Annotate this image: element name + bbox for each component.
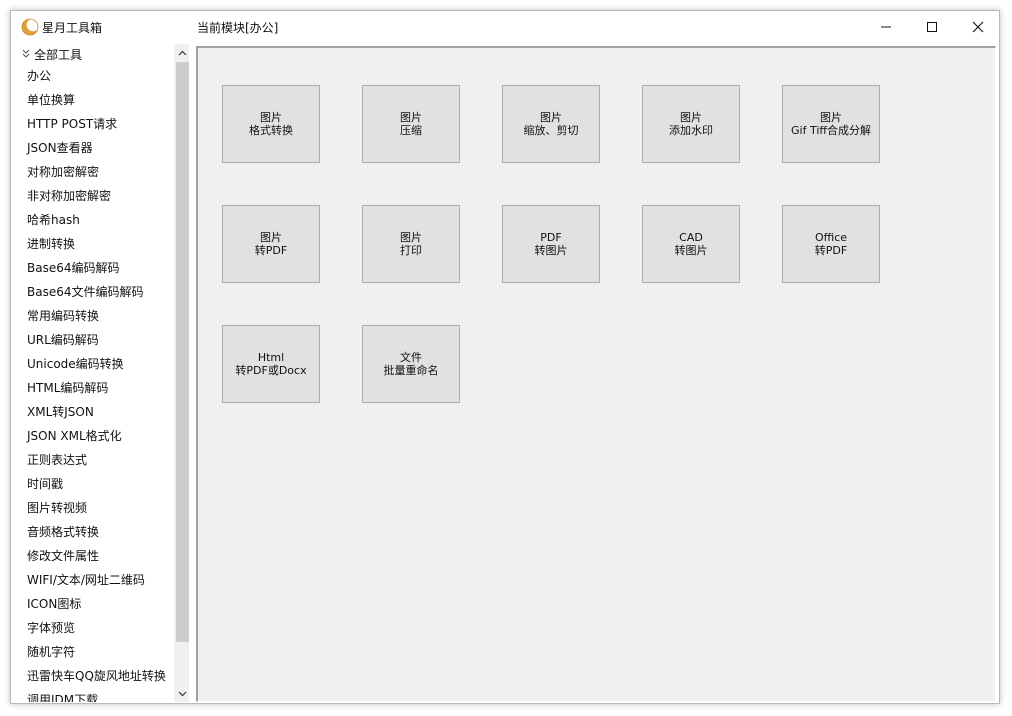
tree-item[interactable]: WIFI/文本/网址二维码 (27, 568, 166, 592)
close-icon (972, 21, 984, 33)
tree-item[interactable]: URL编码解码 (27, 328, 166, 352)
current-module-title: 当前模块[办公] (197, 21, 279, 35)
tree-item[interactable]: 办公 (27, 64, 166, 88)
tile-line2: 转PDF或Docx (235, 364, 307, 377)
tile-line2: 批量重命名 (383, 364, 439, 377)
tree-item[interactable]: 调用IDM下载 (27, 688, 166, 702)
minimize-button[interactable] (863, 11, 909, 43)
tree-item[interactable]: HTTP POST请求 (27, 112, 166, 136)
tile-line2: 添加水印 (669, 124, 713, 137)
tile-image-to-pdf[interactable]: 图片 转PDF (222, 205, 320, 283)
tree-item[interactable]: 常用编码转换 (27, 304, 166, 328)
tile-line1: Office (814, 231, 848, 244)
tree-item[interactable]: XML转JSON (27, 400, 166, 424)
tile-office-to-pdf[interactable]: Office 转PDF (782, 205, 880, 283)
tile-image-resize-crop[interactable]: 图片 缩放、剪切 (502, 85, 600, 163)
tile-cad-to-image[interactable]: CAD 转图片 (642, 205, 740, 283)
sidebar-scrollbar[interactable] (174, 44, 189, 702)
tree-item[interactable]: Base64文件编码解码 (27, 280, 166, 304)
tree-item[interactable]: Base64编码解码 (27, 256, 166, 280)
title-bar[interactable]: 星月工具箱 当前模块[办公] (11, 11, 999, 43)
tile-line2: 格式转换 (249, 124, 293, 137)
tool-list: 办公 单位换算 HTTP POST请求 JSON查看器 对称加密解密 非对称加密… (27, 64, 166, 702)
tile-line2: 转PDF (814, 244, 848, 257)
scroll-up-button[interactable] (174, 44, 189, 61)
minimize-icon (881, 26, 891, 28)
tile-line2: 缩放、剪切 (523, 124, 579, 137)
tile-line1: 图片 (260, 231, 282, 244)
tile-line1: 图片 (400, 231, 422, 244)
tile-line1: 图片 (260, 111, 282, 124)
tree-item[interactable]: JSON XML格式化 (27, 424, 166, 448)
tile-line1: 图片 (680, 111, 702, 124)
tile-line1: CAD (679, 231, 703, 244)
tile-line1: 图片 (400, 111, 422, 124)
tile-image-watermark[interactable]: 图片 添加水印 (642, 85, 740, 163)
tile-line1: 图片 (820, 111, 842, 124)
tree-item[interactable]: 字体预览 (27, 616, 166, 640)
tile-image-print[interactable]: 图片 打印 (362, 205, 460, 283)
tile-pdf-to-image[interactable]: PDF 转图片 (502, 205, 600, 283)
chevron-down-icon (178, 691, 187, 696)
tree-item[interactable]: 进制转换 (27, 232, 166, 256)
scroll-thumb[interactable] (176, 62, 189, 642)
tree-item[interactable]: 时间戳 (27, 472, 166, 496)
tile-line2: 转PDF (254, 244, 288, 257)
tile-line1: 图片 (540, 111, 562, 124)
tree-item[interactable]: 单位换算 (27, 88, 166, 112)
tile-line2: 压缩 (400, 124, 422, 137)
tree-item[interactable]: 修改文件属性 (27, 544, 166, 568)
tile-line1: PDF (540, 231, 562, 244)
app-title: 星月工具箱 (42, 21, 103, 35)
tile-line1: Html (257, 351, 285, 364)
app-window: 星月工具箱 当前模块[办公] 全部工具 办公 单位换算 HTTP POST请求 … (10, 10, 1000, 704)
tree-item[interactable]: 正则表达式 (27, 448, 166, 472)
tree-item[interactable]: 哈希hash (27, 208, 166, 232)
maximize-button[interactable] (909, 11, 955, 43)
moon-logo-icon (21, 18, 39, 36)
scroll-down-button[interactable] (174, 685, 189, 702)
tile-html-to-pdf-docx[interactable]: Html 转PDF或Docx (222, 325, 320, 403)
tile-line2: 转图片 (674, 244, 708, 257)
tree-item[interactable]: ICON图标 (27, 592, 166, 616)
tile-line2: Gif Tiff合成分解 (791, 124, 871, 137)
maximize-icon (927, 22, 937, 32)
tree-item[interactable]: 随机字符 (27, 640, 166, 664)
tree-item[interactable]: 对称加密解密 (27, 160, 166, 184)
tree-item[interactable]: 音频格式转换 (27, 520, 166, 544)
tile-line2: 转图片 (534, 244, 568, 257)
tile-gif-tiff-merge-split[interactable]: 图片 Gif Tiff合成分解 (782, 85, 880, 163)
module-panel: 图片 格式转换 图片 压缩 图片 缩放、剪切 图片 添加水印 图片 Gif Ti… (196, 46, 996, 702)
tree-item[interactable]: 迅雷快车QQ旋风地址转换 (27, 664, 166, 688)
tree-item[interactable]: Unicode编码转换 (27, 352, 166, 376)
tile-image-format-convert[interactable]: 图片 格式转换 (222, 85, 320, 163)
tool-tree[interactable]: 全部工具 办公 单位换算 HTTP POST请求 JSON查看器 对称加密解密 … (14, 44, 189, 702)
tree-item[interactable]: 图片转视频 (27, 496, 166, 520)
tile-line1: 文件 (400, 351, 422, 364)
tile-batch-rename[interactable]: 文件 批量重命名 (362, 325, 460, 403)
tree-item[interactable]: JSON查看器 (27, 136, 166, 160)
close-button[interactable] (955, 11, 999, 43)
chevron-up-icon (178, 50, 187, 55)
tree-item[interactable]: HTML编码解码 (27, 376, 166, 400)
tree-root-all-tools[interactable]: 全部工具 (20, 45, 82, 63)
tree-item[interactable]: 非对称加密解密 (27, 184, 166, 208)
tile-line2: 打印 (400, 244, 422, 257)
tree-root-label: 全部工具 (34, 47, 83, 62)
tile-image-compress[interactable]: 图片 压缩 (362, 85, 460, 163)
chevron-double-down-icon[interactable] (20, 48, 32, 60)
